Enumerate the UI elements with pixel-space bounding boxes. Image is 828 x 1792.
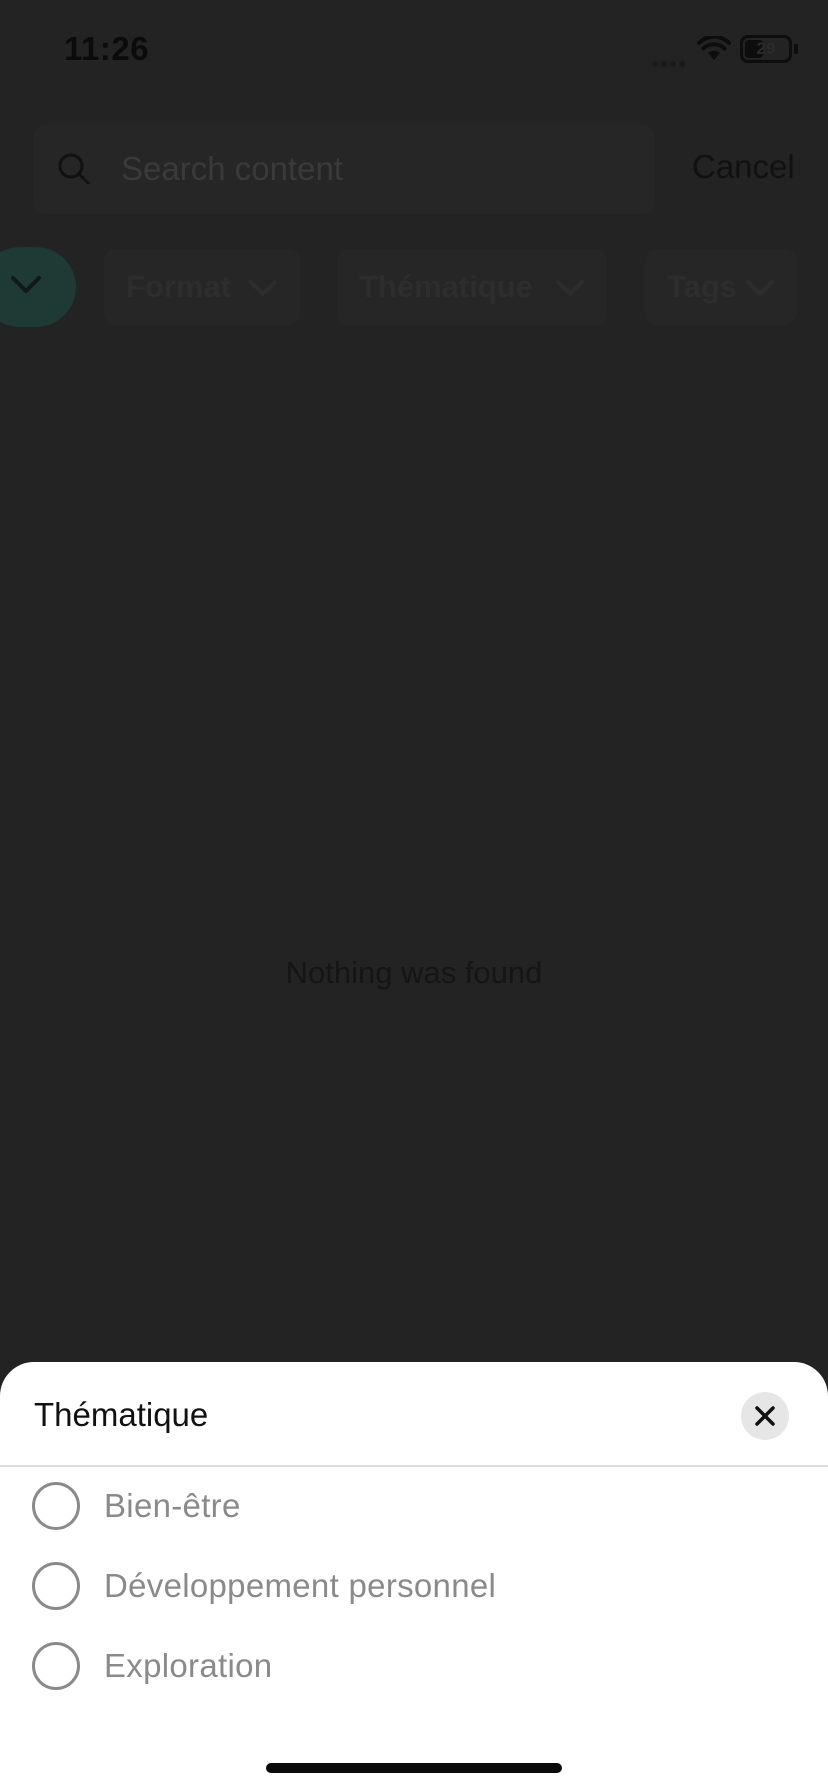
sheet-title: Thématique: [34, 1396, 209, 1433]
option-developpement-personnel[interactable]: Développement personnel: [32, 1557, 592, 1617]
battery-level: 29: [756, 39, 776, 58]
home-indicator: [266, 1763, 562, 1773]
radio-button[interactable]: [32, 1562, 80, 1610]
close-icon: [755, 1406, 775, 1426]
cancel-button[interactable]: Cancel: [692, 148, 795, 186]
battery-icon: 29: [740, 35, 792, 63]
chevron-down-icon: [11, 276, 41, 293]
filter-chip-tags[interactable]: Tags: [645, 249, 797, 325]
sheet-divider: [0, 1465, 828, 1467]
filter-chip-label: Format: [126, 269, 232, 304]
wifi-icon: [697, 34, 731, 67]
option-label: Développement personnel: [104, 1567, 497, 1604]
search-icon: [57, 152, 91, 191]
radio-button[interactable]: [32, 1642, 80, 1690]
search-input[interactable]: [121, 142, 621, 196]
cellular-signal-icon: [652, 54, 688, 67]
status-bar: 11:26 29: [0, 0, 828, 100]
radio-button[interactable]: [32, 1482, 80, 1530]
battery-cap: [794, 44, 798, 54]
chevron-down-icon: [556, 280, 584, 296]
close-button[interactable]: [741, 1392, 789, 1440]
option-label: Exploration: [104, 1647, 273, 1684]
empty-state-message: Nothing was found: [285, 955, 543, 990]
filter-chip-label: Thématique: [359, 269, 533, 304]
filter-chip-label: Tags: [667, 269, 738, 304]
option-label: Bien-être: [104, 1487, 241, 1524]
search-box[interactable]: [33, 124, 655, 214]
filter-chip-thematique[interactable]: Thématique: [337, 249, 607, 325]
option-exploration[interactable]: Exploration: [32, 1637, 592, 1697]
filter-chip-format[interactable]: Format: [104, 249, 300, 325]
filter-toggle-button[interactable]: [0, 247, 76, 327]
chevron-down-icon: [249, 280, 277, 296]
status-time: 11:26: [64, 30, 150, 67]
chevron-down-icon: [746, 280, 774, 296]
option-bien-etre[interactable]: Bien-être: [32, 1477, 592, 1537]
